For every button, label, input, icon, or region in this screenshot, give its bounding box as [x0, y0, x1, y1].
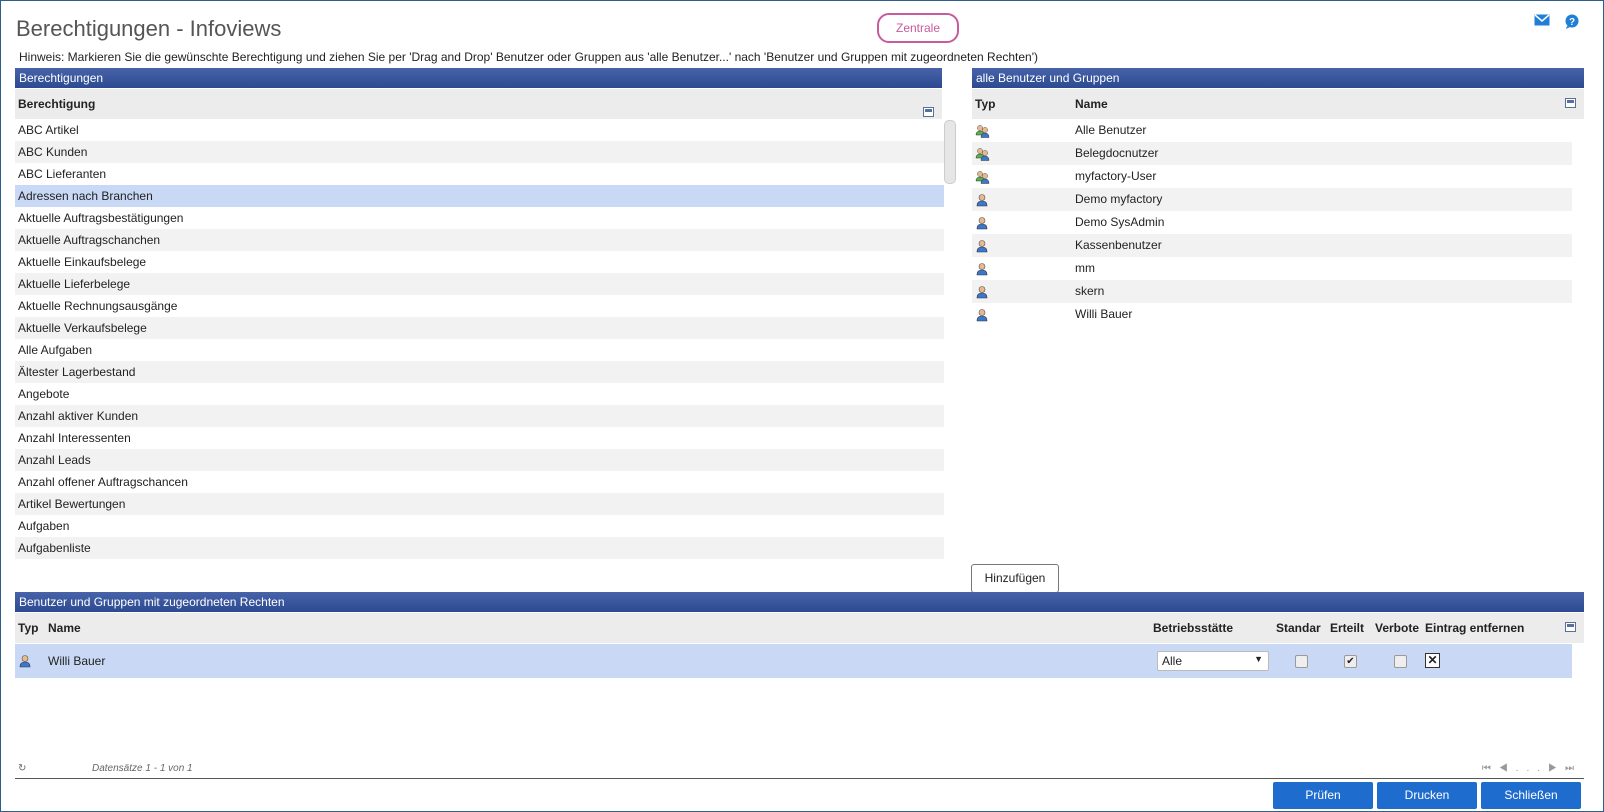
group-icon: [972, 170, 1075, 184]
permission-column-label: Berechtigung: [18, 97, 96, 111]
assigned-row[interactable]: Willi Bauer Alle ▼ ✔ ✕: [15, 644, 1572, 678]
permission-row[interactable]: Aktuelle Rechnungsausgänge: [15, 295, 944, 317]
column-chooser-icon[interactable]: [1565, 98, 1576, 108]
permission-row[interactable]: Anzahl aktiver Kunden: [15, 405, 944, 427]
permission-row[interactable]: Aktuelle Einkaufsbelege: [15, 251, 944, 273]
user-icon: [18, 654, 32, 671]
user-row[interactable]: Demo myfactory: [972, 188, 1572, 211]
records-count: Datensätze 1 - 1 von 1: [92, 763, 193, 774]
user-name: skern: [1075, 284, 1105, 298]
user-name: Belegdocnutzer: [1075, 146, 1159, 160]
permissions-list: ABC Artikel ABC Kunden ABC Lieferanten Adre…: [15, 119, 944, 559]
footer-divider: [15, 778, 1584, 779]
users-panel-header: alle Benutzer und Gruppen: [972, 68, 1584, 88]
user-row[interactable]: skern: [972, 280, 1572, 303]
assigned-col-typ[interactable]: Typ: [18, 613, 38, 643]
user-name: Kassenbenutzer: [1075, 238, 1162, 252]
user-name: Demo SysAdmin: [1075, 215, 1165, 229]
next-page-icon[interactable]: ▶: [1548, 763, 1565, 774]
assigned-col-betrieb[interactable]: Betriebsstätte: [1153, 613, 1233, 643]
permission-row[interactable]: ABC Kunden: [15, 141, 944, 163]
assigned-col-verbote[interactable]: Verbote: [1375, 613, 1419, 643]
hint-text: Hinweis: Markieren Sie die gewünschte Be…: [19, 50, 1039, 64]
user-icon: [972, 239, 1075, 253]
user-row[interactable]: Alle Benutzer: [972, 119, 1572, 142]
user-row[interactable]: Willi Bauer: [972, 303, 1572, 326]
refresh-icon[interactable]: ↻: [18, 763, 26, 774]
last-page-icon[interactable]: ⏭: [1565, 763, 1582, 774]
assigned-col-standard[interactable]: Standar: [1276, 613, 1321, 643]
permissions-panel-header: Berechtigungen: [15, 68, 942, 88]
user-icon: [972, 308, 1075, 322]
group-icon: [972, 147, 1075, 161]
standard-checkbox[interactable]: [1295, 655, 1308, 668]
permission-row[interactable]: ABC Lieferanten: [15, 163, 944, 185]
page-title: Berechtigungen - Infoviews: [16, 16, 282, 41]
user-name: Demo myfactory: [1075, 192, 1163, 206]
user-icon: [972, 216, 1075, 230]
user-row[interactable]: Demo SysAdmin: [972, 211, 1572, 234]
permission-row[interactable]: Angebote: [15, 383, 944, 405]
permission-row[interactable]: Ältester Lagerbestand: [15, 361, 944, 383]
user-row[interactable]: Kassenbenutzer: [972, 234, 1572, 257]
assigned-column-header: Typ Name Betriebsstätte Standar Erteilt …: [15, 613, 1584, 643]
user-name: Willi Bauer: [1075, 307, 1133, 321]
zentrale-button[interactable]: Zentrale: [877, 13, 959, 43]
permission-row[interactable]: ABC Artikel: [15, 119, 944, 141]
user-row[interactable]: Belegdocnutzer: [972, 142, 1572, 165]
users-list: Alle Benutzer Belegdocnutzer myfactory-Use…: [972, 119, 1572, 326]
user-name: Alle Benutzer: [1075, 123, 1147, 137]
schliessen-button[interactable]: Schließen: [1481, 782, 1581, 809]
permission-row[interactable]: Artikel Bewertungen: [15, 493, 944, 515]
drucken-button[interactable]: Drucken: [1377, 782, 1477, 809]
permission-row[interactable]: Anzahl offener Auftragschancen: [15, 471, 944, 493]
users-col-typ[interactable]: Typ: [975, 89, 995, 119]
add-button[interactable]: Hinzufügen: [971, 564, 1059, 593]
assigned-col-name[interactable]: Name: [48, 613, 81, 643]
users-column-header: Typ Name: [972, 89, 1584, 119]
permission-row[interactable]: Aktuelle Auftragsbestätigungen: [15, 207, 944, 229]
help-icon[interactable]: ?: [1564, 14, 1580, 33]
user-icon: [972, 285, 1075, 299]
permission-row[interactable]: Adressen nach Branchen: [15, 185, 944, 207]
permission-row[interactable]: Aufgaben: [15, 515, 944, 537]
betriebsstaette-select[interactable]: Alle ▼: [1157, 651, 1269, 671]
prev-page-icon[interactable]: ◀: [1499, 763, 1516, 774]
first-page-icon[interactable]: ⏮: [1482, 763, 1499, 774]
pruefen-button[interactable]: Prüfen: [1273, 782, 1373, 809]
permission-row[interactable]: Aufgabenliste: [15, 537, 944, 559]
verbote-checkbox[interactable]: [1394, 655, 1407, 668]
user-name: mm: [1075, 261, 1095, 275]
assigned-col-erteilt[interactable]: Erteilt: [1330, 613, 1364, 643]
permissions-scrollbar[interactable]: [944, 120, 956, 184]
users-col-name[interactable]: Name: [1075, 89, 1108, 119]
page-ellipsis: ...: [1515, 763, 1549, 774]
assigned-name: Willi Bauer: [48, 654, 106, 668]
permission-row[interactable]: Aktuelle Verkaufsbelege: [15, 317, 944, 339]
user-icon: [972, 193, 1075, 207]
betriebsstaette-value: Alle: [1162, 654, 1183, 668]
mail-icon[interactable]: [1534, 14, 1550, 33]
records-footer: ↻ Datensätze 1 - 1 von 1 ⏮◀...▶⏭: [16, 763, 1584, 777]
assigned-col-remove[interactable]: Eintrag entfernen: [1425, 613, 1524, 643]
assigned-panel-header: Benutzer und Gruppen mit zugeordneten Re…: [15, 592, 1584, 612]
permission-row[interactable]: Aktuelle Lieferbelege: [15, 273, 944, 295]
permission-row[interactable]: Aktuelle Auftragschanchen: [15, 229, 944, 251]
pager: ⏮◀...▶⏭: [1482, 763, 1582, 774]
top-icons: ?: [1534, 14, 1580, 33]
column-chooser-icon[interactable]: [1565, 622, 1576, 632]
erteilt-checkbox[interactable]: ✔: [1344, 655, 1357, 668]
user-row[interactable]: myfactory-User: [972, 165, 1572, 188]
user-name: myfactory-User: [1075, 169, 1157, 183]
chevron-down-icon: ▼: [1254, 654, 1263, 664]
permission-row[interactable]: Alle Aufgaben: [15, 339, 944, 361]
permission-column-header[interactable]: Berechtigung: [15, 89, 942, 119]
user-icon: [972, 262, 1075, 276]
group-icon: [972, 124, 1075, 138]
user-row[interactable]: mm: [972, 257, 1572, 280]
permission-row[interactable]: Anzahl Interessenten: [15, 427, 944, 449]
svg-text:?: ?: [1569, 17, 1575, 28]
permission-row[interactable]: Anzahl Leads: [15, 449, 944, 471]
remove-entry-icon[interactable]: ✕: [1425, 653, 1440, 668]
